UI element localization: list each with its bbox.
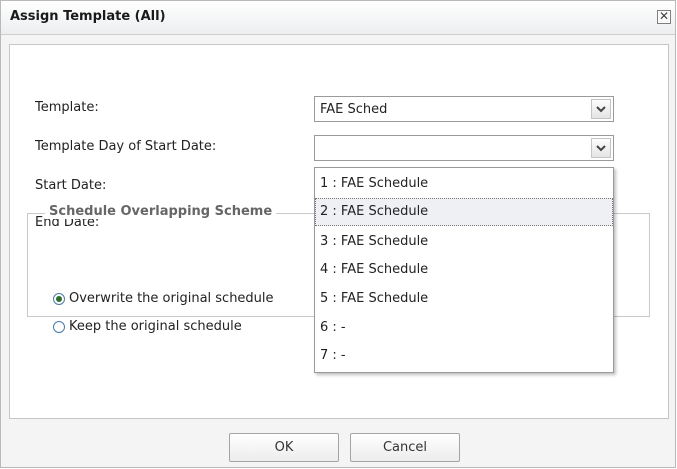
chevron-down-icon[interactable] [591,138,611,158]
dialog-title: Assign Template (All) [10,9,166,24]
radio-button[interactable] [53,293,65,305]
template-label: Template: [35,100,99,115]
template-day-select[interactable] [314,135,614,161]
cancel-button[interactable]: Cancel [350,433,460,462]
overlap-scheme-legend: Schedule Overlapping Scheme [45,204,277,219]
assign-template-dialog: Assign Template (All) ✕ Template: FAE Sc… [0,0,676,468]
dropdown-option[interactable]: 3 : FAE Schedule [315,228,613,256]
radio-button[interactable] [53,321,65,333]
dropdown-option[interactable]: 1 : FAE Schedule [315,170,613,198]
dropdown-option-highlighted[interactable]: 2 : FAE Schedule [315,198,613,226]
start-date-label: Start Date: [35,178,107,193]
dropdown-option[interactable]: 6 : - [315,314,613,342]
radio-keep-label: Keep the original schedule [69,319,242,334]
radio-overwrite-label: Overwrite the original schedule [69,291,274,306]
radio-selected-dot [56,296,62,302]
chevron-down-icon[interactable] [591,99,611,119]
template-day-dropdown-list: 1 : FAE Schedule 2 : FAE Schedule 3 : FA… [314,167,614,373]
ok-button[interactable]: OK [229,433,339,462]
template-select-value: FAE Sched [320,102,388,117]
template-select[interactable]: FAE Sched [314,96,614,122]
close-icon[interactable]: ✕ [657,10,671,24]
template-day-label: Template Day of Start Date: [35,139,217,154]
dialog-titlebar: Assign Template (All) ✕ [1,1,675,35]
dropdown-option[interactable]: 7 : - [315,342,613,370]
dropdown-option[interactable]: 4 : FAE Schedule [315,256,613,284]
dropdown-option[interactable]: 5 : FAE Schedule [315,285,613,313]
